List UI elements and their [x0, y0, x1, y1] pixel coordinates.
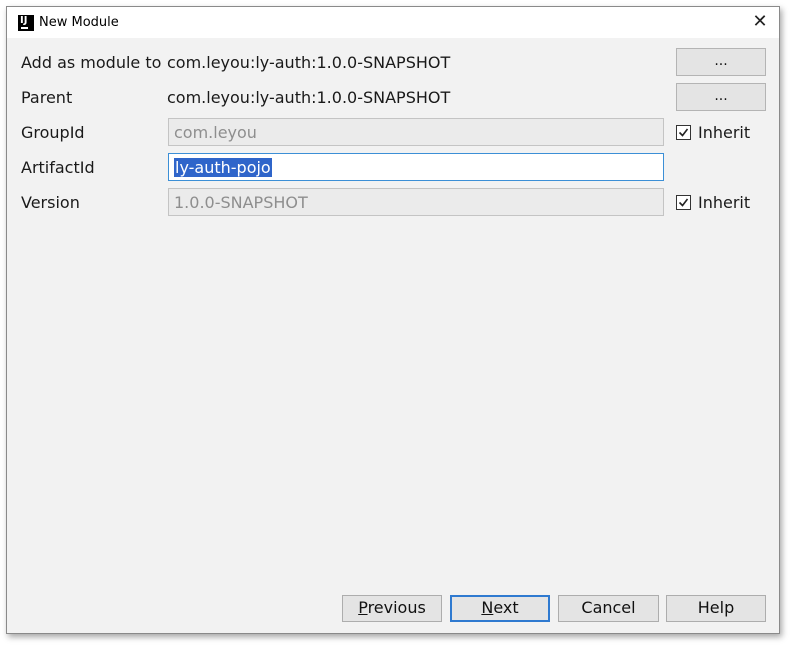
- next-button[interactable]: Next: [450, 595, 550, 622]
- artifactid-label: ArtifactId: [21, 158, 95, 177]
- add-as-module-browse-button[interactable]: ...: [676, 48, 766, 76]
- artifactid-selected-text: ly-auth-pojo: [174, 158, 272, 177]
- new-module-dialog: IJ New Module ✕ Add as module to com.ley…: [6, 6, 780, 634]
- groupid-inherit-label: Inherit: [698, 123, 751, 142]
- groupid-label: GroupId: [21, 123, 85, 142]
- previous-button[interactable]: Previous: [342, 595, 442, 622]
- parent-browse-button[interactable]: ...: [676, 83, 766, 111]
- close-icon[interactable]: ✕: [749, 11, 771, 33]
- title-bar: IJ New Module ✕: [7, 7, 779, 38]
- add-as-module-to-label: Add as module to: [21, 53, 162, 72]
- artifactid-field[interactable]: ly-auth-pojo: [168, 153, 664, 181]
- checkmark-icon: [676, 195, 691, 210]
- parent-value: com.leyou:ly-auth:1.0.0-SNAPSHOT: [167, 88, 451, 107]
- intellij-icon: IJ: [18, 15, 34, 31]
- add-as-module-to-value: com.leyou:ly-auth:1.0.0-SNAPSHOT: [167, 53, 451, 72]
- checkmark-icon: [676, 125, 691, 140]
- dialog-title: New Module: [39, 15, 119, 30]
- help-button[interactable]: Help: [666, 595, 766, 622]
- version-field[interactable]: 1.0.0-SNAPSHOT: [168, 188, 664, 216]
- groupid-inherit-checkbox[interactable]: Inherit: [676, 123, 750, 142]
- version-inherit-label: Inherit: [698, 193, 751, 212]
- groupid-field[interactable]: com.leyou: [168, 118, 664, 146]
- parent-label: Parent: [21, 88, 73, 107]
- version-label: Version: [21, 193, 80, 212]
- version-inherit-checkbox[interactable]: Inherit: [676, 193, 750, 212]
- cancel-button[interactable]: Cancel: [558, 595, 659, 622]
